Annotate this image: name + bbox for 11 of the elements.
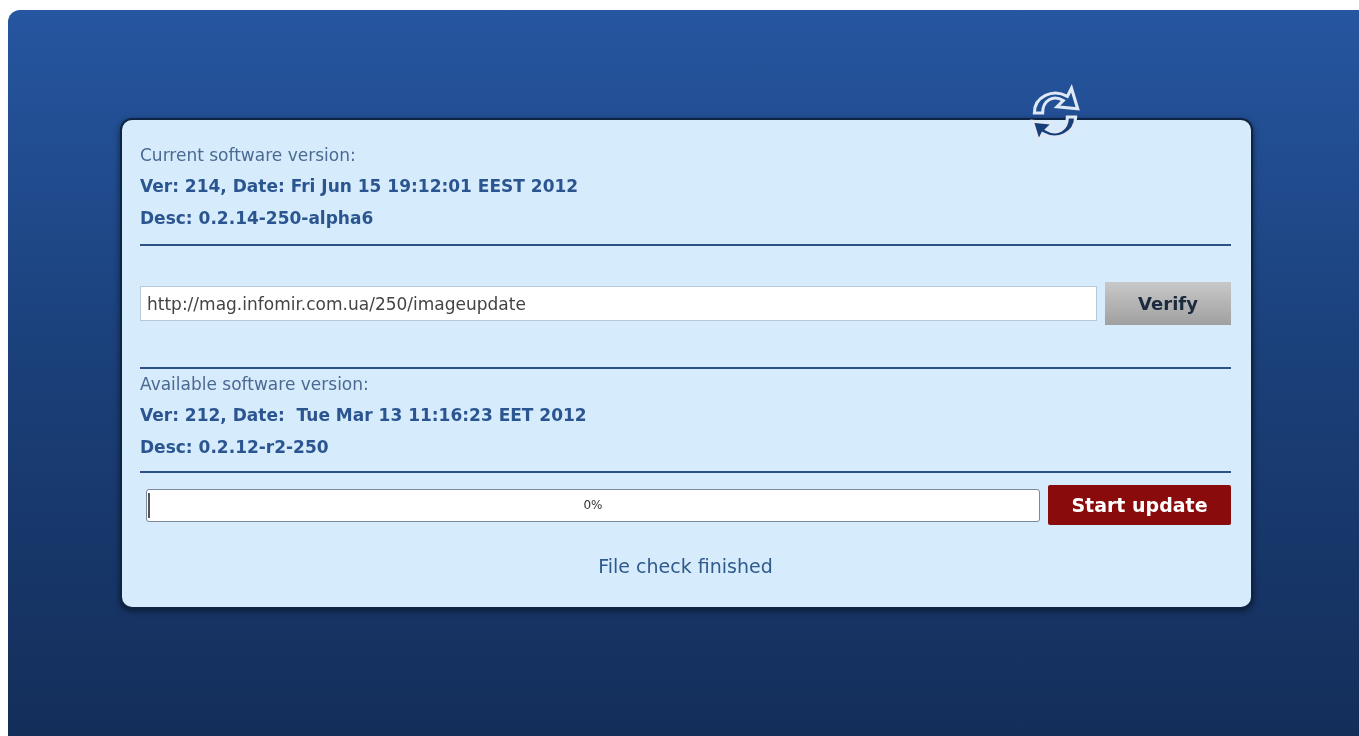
version-text: Ver: 212, Date: Tue Mar 13 11:16:23 EET 2012 bbox=[140, 404, 588, 427]
section-heading: Available software version: bbox=[140, 373, 370, 396]
status-text: File check finished bbox=[597, 555, 774, 577]
version-text: Ver: 214, Date: Fri Jun 15 19:12:01 EEST 2012 bbox=[140, 175, 580, 198]
description-text: Desc: 0.2.12-r2-250 bbox=[140, 436, 330, 459]
description-text: Desc: 0.2.14-250-alpha6 bbox=[140, 207, 375, 230]
section-heading: Current software version: bbox=[140, 144, 357, 167]
start-update-button[interactable]: Start update bbox=[1048, 485, 1231, 525]
url-field[interactable]: http://mag.infomir.com.ua/250/imageupdate bbox=[140, 286, 1097, 321]
verify-button[interactable]: Verify bbox=[1105, 282, 1231, 325]
progress-reading: 0% bbox=[583, 498, 603, 512]
